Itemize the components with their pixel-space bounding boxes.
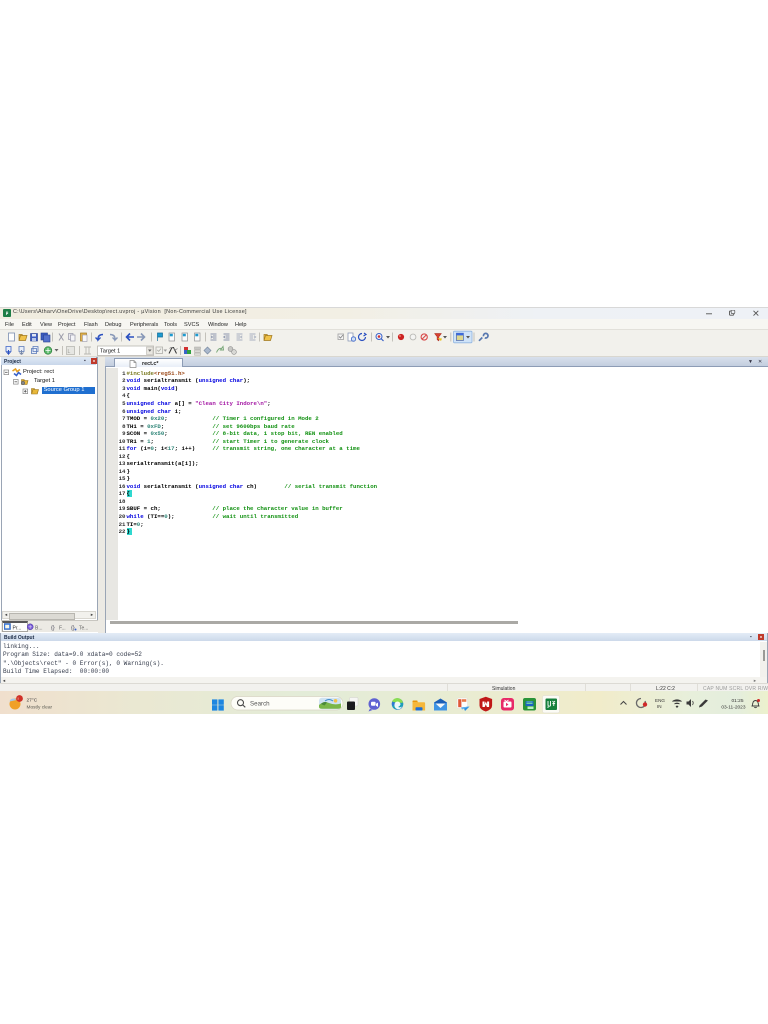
svg-text:IN: IN bbox=[657, 704, 662, 709]
svg-text:F...: F... bbox=[59, 625, 66, 631]
svg-text:L: L bbox=[68, 349, 71, 355]
svg-text:ENG: ENG bbox=[655, 698, 665, 703]
svg-text:Te...: Te... bbox=[79, 625, 88, 631]
svg-text:27°C: 27°C bbox=[27, 698, 38, 704]
svg-text:03-11-2023: 03-11-2023 bbox=[721, 705, 746, 711]
svg-text:Search: Search bbox=[250, 700, 270, 707]
svg-text:Target 1: Target 1 bbox=[100, 349, 120, 355]
svg-text:!: ! bbox=[17, 696, 18, 701]
svg-text:{}: {} bbox=[51, 626, 55, 632]
svg-text:Mostly clear: Mostly clear bbox=[27, 705, 53, 711]
svg-text:01:25: 01:25 bbox=[731, 698, 743, 704]
svg-text:{}: {} bbox=[71, 626, 75, 632]
svg-text:Pr...: Pr... bbox=[13, 625, 22, 631]
svg-text:B...: B... bbox=[35, 625, 43, 631]
